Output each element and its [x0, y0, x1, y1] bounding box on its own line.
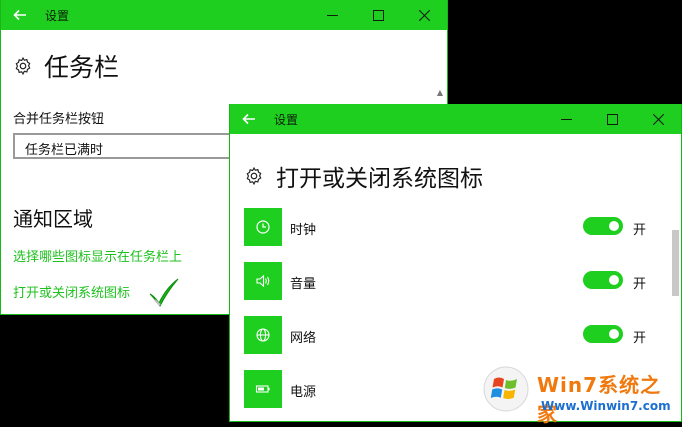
back-button[interactable]: [1, 0, 39, 30]
arrow-left-icon: [242, 113, 255, 125]
combine-buttons-value: 任务栏已满时: [25, 143, 104, 158]
title-bar: 设置: [1, 0, 447, 30]
maximize-icon: [372, 9, 384, 21]
title-bar: 设置: [230, 104, 681, 134]
maximize-button[interactable]: [589, 104, 635, 134]
page-heading: 任务栏: [13, 48, 119, 84]
page-title: 打开或关闭系统图标: [276, 166, 483, 192]
battery-icon: [255, 385, 270, 393]
maximize-button[interactable]: [355, 0, 401, 30]
item-label: 电源: [290, 385, 317, 400]
network-tile: [244, 316, 282, 354]
network-icon: [256, 328, 270, 342]
item-label: 时钟: [290, 223, 317, 238]
toggle-knob: [609, 329, 619, 339]
network-toggle[interactable]: [583, 325, 623, 343]
close-icon: [418, 9, 430, 21]
minimize-button[interactable]: [543, 104, 589, 134]
minimize-button[interactable]: [309, 0, 355, 30]
select-icons-link[interactable]: 选择哪些图标显示在任务栏上: [13, 246, 182, 265]
window-title: 设置: [274, 112, 299, 127]
toggle-state-label: 开: [633, 277, 647, 292]
volume-toggle[interactable]: [583, 271, 623, 289]
windows-logo-icon: [483, 366, 529, 412]
volume-tile: [244, 262, 282, 300]
back-button[interactable]: [230, 104, 268, 134]
combine-buttons-dropdown[interactable]: 任务栏已满时: [13, 133, 253, 159]
list-item-volume: 音量 开: [244, 262, 654, 302]
power-tile: [244, 370, 282, 408]
list-item-network: 网络 开: [244, 316, 654, 356]
scroll-up-arrow-icon[interactable]: ▲: [437, 88, 443, 97]
watermark-brand: Win7系统之家: [537, 373, 662, 426]
window-title: 设置: [45, 8, 70, 23]
watermark-url: Www.Winwin7.com: [541, 399, 671, 413]
maximize-icon: [606, 113, 618, 125]
page-title: 任务栏: [44, 53, 120, 82]
toggle-knob: [609, 221, 619, 231]
close-button[interactable]: [635, 104, 681, 134]
toggle-state-label: 开: [633, 223, 647, 238]
page-heading: 打开或关闭系统图标: [244, 159, 483, 193]
clock-icon: [256, 220, 270, 234]
volume-icon: [256, 274, 270, 288]
checkmark-icon: [149, 278, 179, 307]
item-label: 网络: [290, 331, 317, 346]
scrollbar[interactable]: [672, 230, 679, 296]
notification-area-heading: 通知区域: [13, 207, 93, 231]
clock-toggle[interactable]: [583, 217, 623, 235]
combine-buttons-label: 合并任务栏按钮: [13, 112, 105, 127]
close-button[interactable]: [401, 0, 447, 30]
arrow-left-icon: [13, 9, 26, 21]
gear-icon: [15, 56, 31, 76]
minimize-icon: [560, 118, 572, 120]
list-item-clock: 时钟 开: [244, 208, 654, 248]
watermark: Win7系统之家 Www.Winwin7.com: [483, 362, 682, 426]
system-icons-link[interactable]: 打开或关闭系统图标: [13, 282, 130, 301]
toggle-state-label: 开: [633, 331, 647, 346]
gear-icon: [246, 166, 262, 186]
toggle-knob: [609, 275, 619, 285]
item-label: 音量: [290, 277, 317, 292]
minimize-icon: [326, 14, 338, 16]
clock-tile: [244, 208, 282, 246]
close-icon: [652, 113, 664, 125]
